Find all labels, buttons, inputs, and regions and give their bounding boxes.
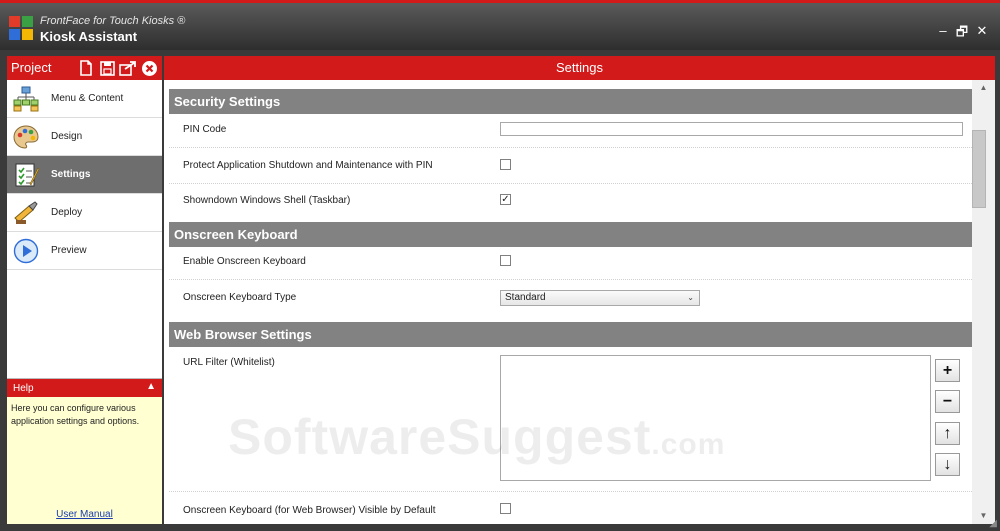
app-title: Kiosk Assistant: [40, 29, 138, 44]
user-manual-link[interactable]: User Manual: [7, 509, 162, 520]
url-filter-label: URL Filter (Whitelist): [183, 357, 275, 368]
protect-shutdown-label: Protect Application Shutdown and Mainten…: [183, 160, 433, 171]
nav-label-menu-content: Menu & Content: [51, 93, 124, 104]
chevron-up-icon[interactable]: ▲: [146, 381, 156, 392]
pin-code-label: PIN Code: [183, 124, 227, 135]
move-down-button[interactable]: ↓: [935, 453, 960, 476]
checklist-icon: [13, 162, 40, 188]
help-text: Here you can configure various applicati…: [11, 403, 140, 426]
watermark: SoftwareSuggest.com: [228, 408, 725, 466]
shutdown-shell-label: Showndown Windows Shell (Taskbar): [183, 195, 351, 206]
remove-url-button[interactable]: −: [935, 390, 960, 413]
export-icon[interactable]: [119, 59, 137, 77]
play-icon: [13, 238, 39, 264]
enable-keyboard-label: Enable Onscreen Keyboard: [183, 256, 306, 267]
save-icon[interactable]: [98, 59, 116, 77]
menu-tree-icon: [13, 86, 39, 112]
nav-label-deploy: Deploy: [51, 207, 83, 218]
section-security: Security Settings: [169, 89, 972, 114]
project-header: Project: [7, 56, 162, 80]
nav-label-preview: Preview: [51, 245, 87, 256]
palette-icon: [13, 124, 39, 150]
keyboard-visible-label: Onscreen Keyboard (for Web Browser) Visi…: [183, 505, 436, 516]
keyboard-visible-checkbox[interactable]: [500, 503, 511, 514]
enable-keyboard-checkbox[interactable]: [500, 255, 511, 266]
add-url-button[interactable]: +: [935, 359, 960, 382]
help-title: Help: [13, 383, 34, 394]
shutdown-shell-checkbox[interactable]: ✓: [500, 194, 511, 205]
nav-item-design[interactable]: Design: [7, 118, 162, 156]
restore-button[interactable]: 🗗: [953, 23, 971, 45]
project-toolbar: [77, 59, 158, 77]
project-label: Project: [11, 60, 52, 75]
nav-item-menu-content[interactable]: Menu & Content: [7, 80, 162, 118]
row-divider: [169, 183, 972, 184]
help-header[interactable]: Help ▲: [7, 379, 162, 397]
close-icon[interactable]: [140, 59, 158, 77]
watermark-suffix: .com: [651, 428, 726, 461]
nav-label-design: Design: [51, 131, 83, 142]
help-panel: Help ▲ Here you can configure various ap…: [7, 378, 162, 524]
left-panel: Project Menu & Content Design Settings D…: [7, 56, 162, 524]
row-divider: [169, 491, 972, 492]
move-up-button[interactable]: ↑: [935, 422, 960, 445]
row-divider: [169, 279, 972, 280]
chevron-down-icon: ⌄: [687, 293, 694, 302]
watermark-text: SoftwareSuggest: [228, 409, 652, 465]
close-window-button[interactable]: ✕: [973, 23, 991, 39]
scroll-up-arrow-icon[interactable]: ▲: [972, 80, 995, 96]
section-web-browser: Web Browser Settings: [169, 322, 972, 347]
section-onscreen-keyboard: Onscreen Keyboard: [169, 222, 972, 247]
nav-item-settings[interactable]: Settings: [7, 156, 162, 194]
nav-label-settings: Settings: [51, 169, 91, 180]
nav-item-deploy[interactable]: Deploy: [7, 194, 162, 232]
settings-header: Settings: [164, 56, 995, 80]
resize-grip-icon[interactable]: ◢: [989, 518, 997, 529]
deploy-icon: [13, 200, 39, 226]
app-logo-icon: [9, 16, 33, 40]
pin-code-input[interactable]: [500, 122, 963, 136]
nav-item-preview[interactable]: Preview: [7, 232, 162, 270]
row-divider: [169, 147, 972, 148]
checkmark-icon: ✓: [501, 194, 510, 205]
scroll-thumb[interactable]: [972, 130, 986, 208]
new-file-icon[interactable]: [77, 59, 95, 77]
keyboard-type-select[interactable]: Standard ⌄: [500, 290, 700, 306]
title-bar: FrontFace for Touch Kiosks ® Kiosk Assis…: [0, 0, 1000, 50]
keyboard-type-value: Standard: [505, 292, 546, 303]
app-subtitle: FrontFace for Touch Kiosks ®: [40, 15, 186, 27]
vertical-scrollbar[interactable]: ▲ ▼: [972, 80, 995, 524]
keyboard-type-label: Onscreen Keyboard Type: [183, 292, 297, 303]
minimize-button[interactable]: –: [934, 23, 952, 38]
protect-shutdown-checkbox[interactable]: [500, 159, 511, 170]
